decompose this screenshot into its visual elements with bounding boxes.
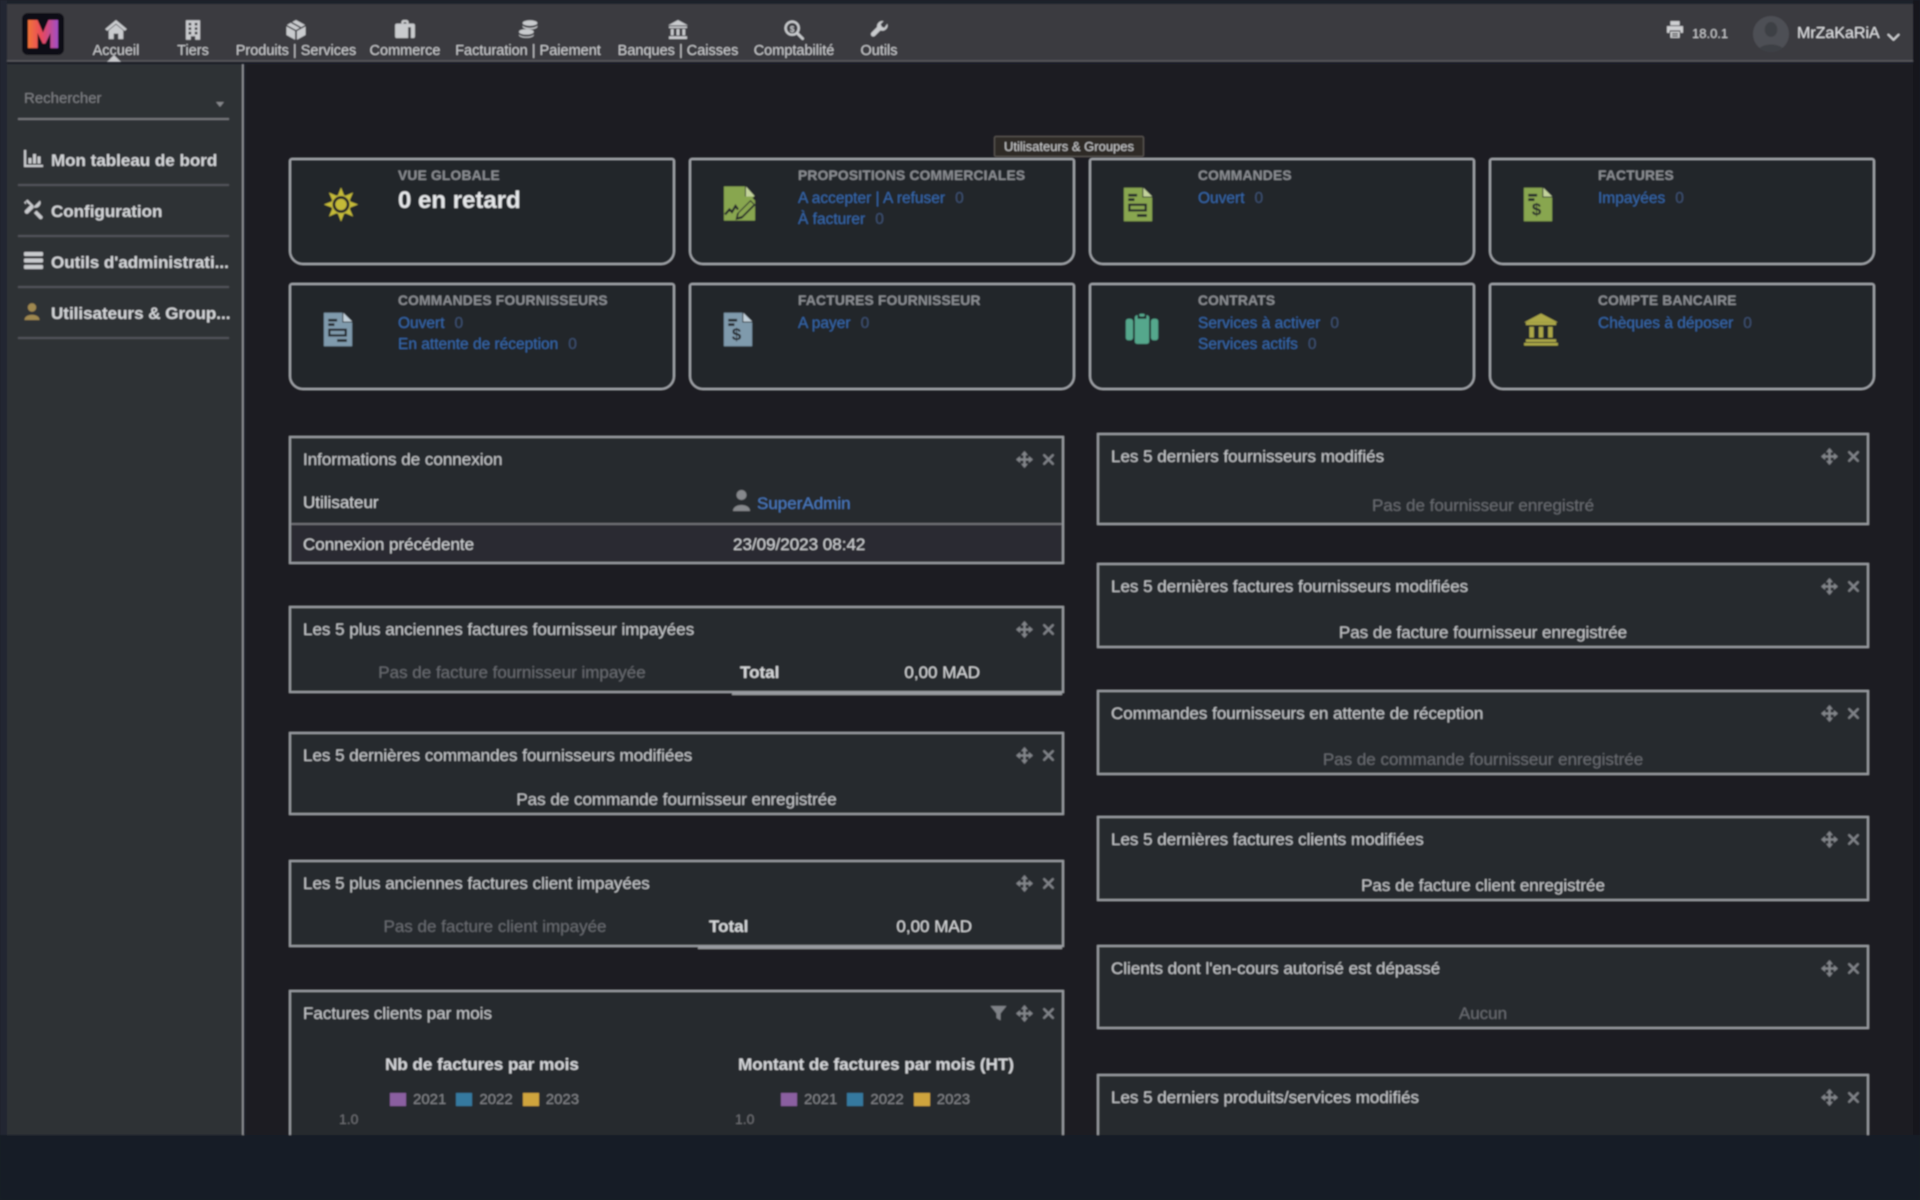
svg-text:$: $ (790, 25, 795, 34)
svg-text:$: $ (732, 325, 742, 344)
svg-text:$: $ (1532, 200, 1542, 219)
